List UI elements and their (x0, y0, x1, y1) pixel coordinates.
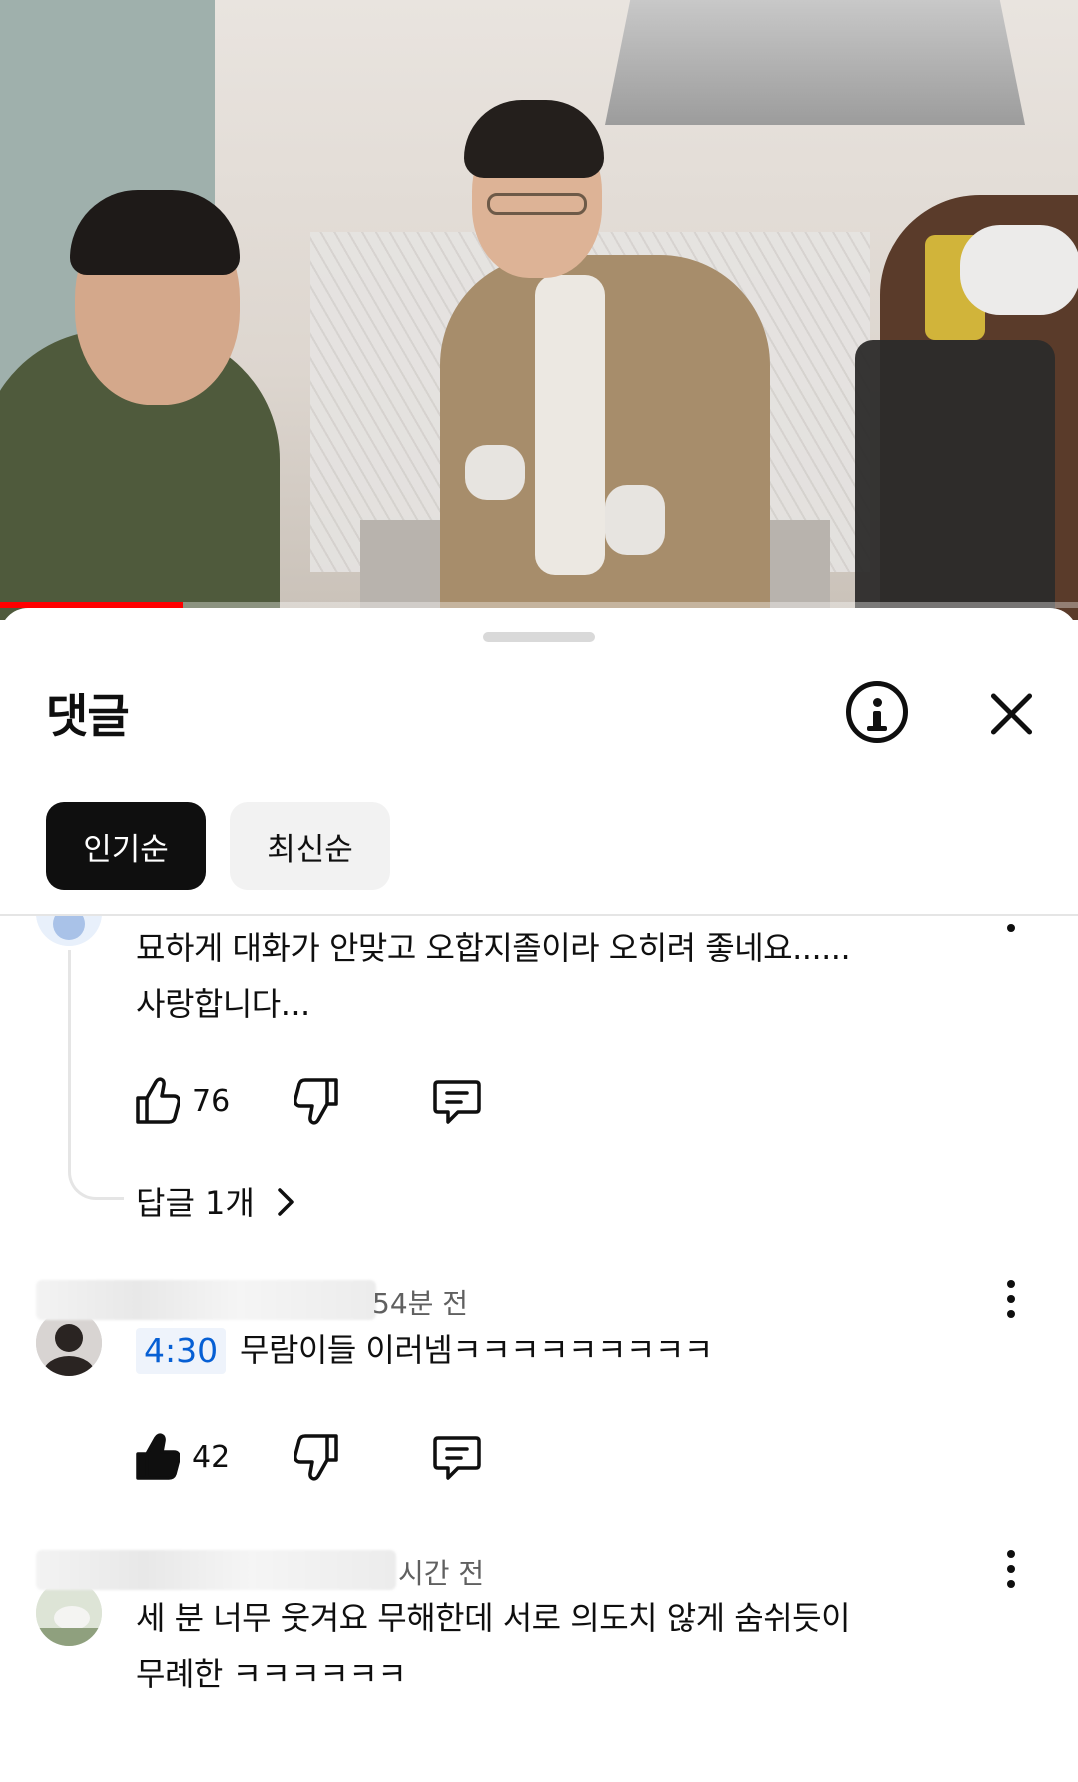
video-person-center-glove (465, 445, 525, 500)
video-range-hood (605, 0, 1025, 125)
comment-text: 무례한 ㅋㅋㅋㅋㅋㅋ (136, 1655, 407, 1693)
video-blender (855, 340, 1055, 620)
thumbs-down-icon[interactable] (293, 1432, 340, 1486)
close-icon[interactable] (986, 688, 1038, 740)
author-name-blurred (36, 1550, 396, 1590)
video-person-center-glasses (487, 193, 587, 215)
video-person-right-glove (960, 225, 1078, 315)
video-person-center (440, 255, 770, 620)
sheet-title: 댓글 (46, 689, 130, 743)
comment-actions: 76 (134, 1076, 494, 1132)
info-icon[interactable] (846, 681, 908, 743)
comment-actions: 42 (134, 1432, 494, 1488)
comment-text: 묘하게 대화가 안맞고 오합지졸이라 오히려 좋네요...... (136, 929, 851, 967)
thumbs-up-icon[interactable] (134, 1076, 181, 1130)
reply-comment-icon[interactable] (432, 1076, 482, 1130)
replies-link[interactable]: 답글 1개 (136, 1178, 297, 1224)
thumbs-down-icon[interactable] (293, 1076, 340, 1130)
comment-text: 세 분 너무 웃겨요 무해한데 서로 의도치 않게 숨쉬듯이 (136, 1599, 851, 1637)
comment-text: 무람이들 이러넴ㅋㅋㅋㅋㅋㅋㅋㅋㅋ (240, 1331, 713, 1369)
comment-time: 시간 전 (398, 1557, 485, 1590)
video-person-center-hair (464, 100, 604, 178)
video-timestamp-link[interactable]: 4:30 (136, 1328, 227, 1374)
comment-time: 54분 전 (372, 1287, 469, 1320)
drag-handle[interactable] (483, 632, 595, 642)
chevron-right-icon (278, 1188, 294, 1216)
more-vert-icon[interactable] (996, 1546, 1026, 1592)
video-player[interactable] (0, 0, 1078, 620)
sort-chip-newest[interactable]: 최신순 (230, 802, 390, 890)
comments-sheet: 댓글 인기순 최신순 묘하게 대화가 안맞고 오합지졸이라 오히려 좋네요...… (0, 608, 1078, 1782)
avatar[interactable] (36, 916, 102, 946)
video-person-center-thumb (605, 485, 665, 555)
like-count: 42 (192, 1440, 231, 1475)
thread-line (68, 950, 124, 1200)
replies-label: 답글 1개 (136, 1184, 255, 1222)
thumbs-up-icon[interactable] (134, 1432, 181, 1486)
author-name-blurred (36, 1280, 376, 1320)
more-vert-icon[interactable] (996, 916, 1026, 940)
comment-text: 사랑합니다... (136, 985, 310, 1023)
sort-chip-top[interactable]: 인기순 (46, 802, 206, 890)
comments-list[interactable]: 묘하게 대화가 안맞고 오합지졸이라 오히려 좋네요...... 사랑합니다..… (0, 916, 1078, 1782)
like-count: 76 (192, 1084, 231, 1119)
video-person-center-shirt (535, 275, 605, 575)
more-vert-icon[interactable] (996, 1276, 1026, 1322)
reply-comment-icon[interactable] (432, 1432, 482, 1486)
